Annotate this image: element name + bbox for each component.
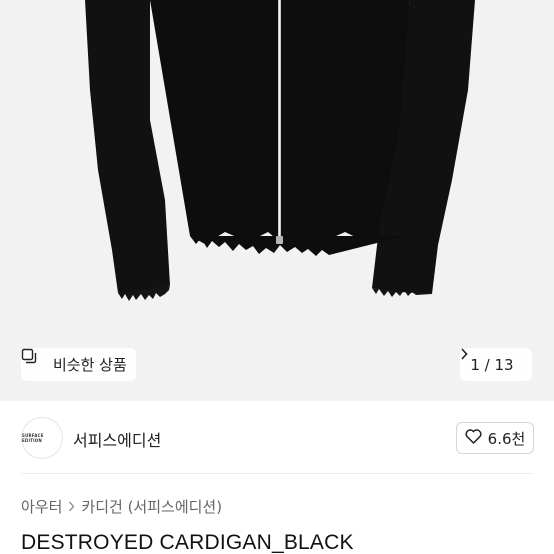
product-photo	[0, 0, 554, 401]
like-count: 6.6천	[487, 429, 526, 448]
similar-products-button[interactable]: 비슷한 상품	[21, 348, 136, 381]
heart-icon	[465, 428, 482, 448]
product-image-gallery[interactable]: 비슷한 상품 1 / 13	[0, 0, 554, 401]
product-title: DESTROYED CARDIGAN_BLACK	[21, 531, 354, 554]
breadcrumb-item-cardigan[interactable]: 카디건 (서피스에디션)	[81, 496, 222, 517]
breadcrumb: 아우터 카디건 (서피스에디션)	[21, 496, 222, 517]
similar-products-label: 비슷한 상품	[53, 356, 127, 374]
like-button[interactable]: 6.6천	[456, 422, 534, 454]
page-indicator: 1 / 13	[470, 355, 514, 374]
shop-row[interactable]: SURFACE EDITION 서피스에디션 6.6천	[0, 401, 554, 473]
shop-logo: SURFACE EDITION	[22, 433, 44, 443]
shop-avatar[interactable]: SURFACE EDITION	[21, 417, 63, 459]
copy-icon	[21, 348, 47, 373]
breadcrumb-item-outer[interactable]: 아우터	[21, 496, 62, 517]
chevron-right-icon	[68, 498, 75, 516]
shop-name[interactable]: 서피스에디션	[73, 427, 161, 451]
image-pager[interactable]: 1 / 13	[460, 348, 532, 381]
divider	[21, 473, 533, 474]
